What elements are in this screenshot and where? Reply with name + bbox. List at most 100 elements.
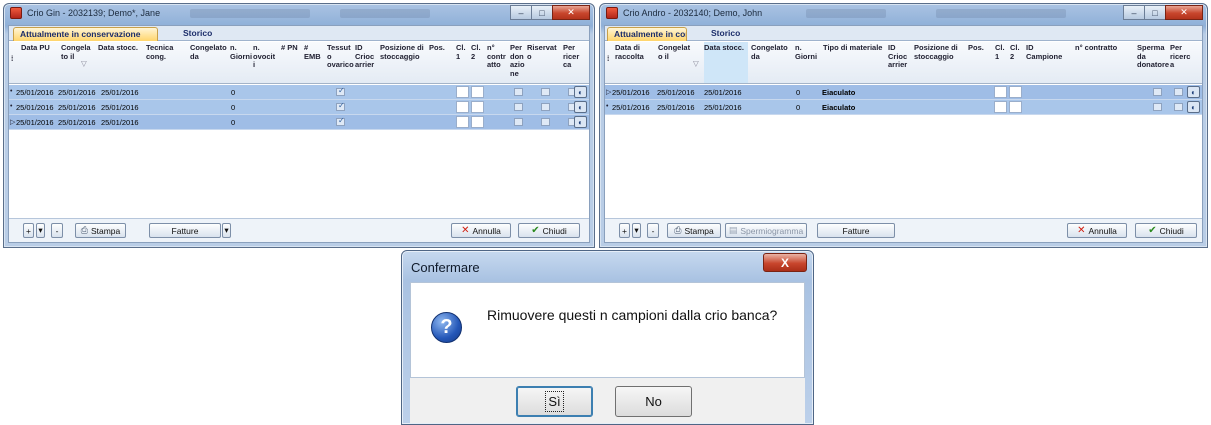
invoices-dropdown-icon[interactable]: ▾ [222,223,231,238]
col-sperma-donatore[interactable]: Sperma da donatore [1137,43,1169,70]
details-icon[interactable]: ◐ [574,101,587,113]
tessuto-checkbox[interactable] [336,86,345,96]
cl1-box[interactable] [456,116,469,128]
maximize-icon[interactable]: □ [1144,5,1166,20]
col-cl2[interactable]: Cl. 2 [471,43,481,61]
sperma-donatore-checkbox[interactable] [1153,103,1162,111]
yes-button[interactable]: Sì [516,386,593,417]
minimize-icon[interactable]: – [1123,5,1145,20]
col-id-criocarrier[interactable]: ID Crioc arrier [888,43,907,70]
ricerca-checkbox[interactable] [1174,103,1183,111]
details-icon[interactable]: ◐ [574,116,587,128]
col-giorni[interactable]: n. Giorni [230,43,252,61]
riservato-checkbox[interactable] [541,118,550,126]
cl2-box[interactable] [1009,101,1022,113]
col-tecnica-cong[interactable]: Tecnica cong. [146,43,173,61]
donazione-checkbox[interactable] [514,103,523,111]
col-posizione[interactable]: Posizione di stoccaggio [380,43,424,61]
tessuto-checkbox[interactable] [336,116,345,126]
add-button[interactable]: + [23,223,34,238]
col-cl2[interactable]: Cl. 2 [1010,43,1020,61]
close-icon[interactable]: X [763,253,807,272]
col-ricerca[interactable]: Per ricerc a [1170,43,1190,70]
col-tipo-materiale[interactable]: Tipo di materiale [823,43,882,53]
col-pn[interactable]: # PN [281,43,298,53]
riservato-checkbox[interactable] [541,103,550,111]
close-button[interactable]: ✔ Chiudi [518,223,580,238]
spermiogram-button[interactable]: ▤ Spermiogramma [725,223,807,238]
col-riservato[interactable]: Riservat o [527,43,557,61]
table-row[interactable]: ▷ 25/01/2016 25/01/2016 25/01/2016 0 Eia… [605,85,1202,100]
cancel-button[interactable]: ✕ Annulla [451,223,511,238]
ricerca-checkbox[interactable] [1174,88,1183,96]
cl2-box[interactable] [471,116,484,128]
col-data-stocc[interactable]: Data stocc. [98,43,138,53]
table-row[interactable]: • 25/01/2016 25/01/2016 25/01/2016 0 Eia… [605,100,1202,115]
table-row[interactable]: • 25/01/2016 25/01/2016 25/01/2016 0 ◐ [9,85,589,100]
col-contratto[interactable]: n° contr atto [487,43,506,70]
col-ovociti[interactable]: n. ovocit i [253,43,275,70]
crio-gin-window: Crio Gin - 2032139; Demo*, Jane – □ ✕ At… [3,3,595,248]
print-button[interactable]: ⎙ Stampa [75,223,126,238]
col-congelato-da[interactable]: Congelato da [190,43,227,61]
tab-history[interactable]: Storico [705,27,746,41]
print-button[interactable]: ⎙ Stampa [667,223,721,238]
details-icon[interactable]: ◐ [1187,101,1200,113]
details-icon[interactable]: ◐ [574,86,587,98]
col-cl1[interactable]: Cl. 1 [456,43,466,61]
col-pos[interactable]: Pos. [429,43,445,53]
riservato-checkbox[interactable] [541,88,550,96]
col-tessuto-ovarico[interactable]: Tessut o ovarico [327,43,354,70]
close-icon[interactable]: ✕ [1165,5,1203,20]
remove-button[interactable]: - [51,223,63,238]
cancel-button[interactable]: ✕ Annulla [1067,223,1127,238]
col-pos[interactable]: Pos. [968,43,984,53]
col-id-campione[interactable]: ID Campione [1026,43,1062,61]
col-data-stocc[interactable]: Data stocc. [704,42,748,83]
cl2-box[interactable] [1009,86,1022,98]
col-ricerca[interactable]: Per ricer ca [563,43,579,70]
cl1-box[interactable] [994,101,1007,113]
close-button[interactable]: ✔ Chiudi [1135,223,1197,238]
remove-button[interactable]: - [647,223,659,238]
add-dropdown-icon[interactable]: ▾ [632,223,641,238]
tessuto-checkbox[interactable] [336,101,345,111]
invoices-button[interactable]: Fatture [817,223,895,238]
filter-icon[interactable]: ⁞ [607,56,609,65]
close-icon[interactable]: ✕ [552,5,590,20]
cl2-box[interactable] [471,101,484,113]
col-emb[interactable]: # EMB [304,43,321,61]
col-donazione[interactable]: Per don azio ne [510,43,525,78]
minimize-icon[interactable]: – [510,5,532,20]
tab-current-storage[interactable]: Attualmente in conservazione [13,27,158,41]
col-giorni[interactable]: n. Giorni [795,43,817,61]
donazione-checkbox[interactable] [514,88,523,96]
tab-current-storage[interactable]: Attualmente in con... [607,27,687,41]
donazione-checkbox[interactable] [514,118,523,126]
table-row[interactable]: ▷ 25/01/2016 25/01/2016 25/01/2016 0 ◐ [9,115,589,130]
cl1-box[interactable] [456,101,469,113]
invoices-button[interactable]: Fatture [149,223,221,238]
cl1-box[interactable] [456,86,469,98]
row-marker: • [606,103,609,110]
filter-icon[interactable]: ⁞ [11,56,13,65]
add-dropdown-icon[interactable]: ▾ [36,223,45,238]
col-id-criocarrier[interactable]: ID Crioc arrier [355,43,374,70]
col-data-raccolta[interactable]: Data di raccolta [615,43,644,61]
col-data-pu[interactable]: Data PU [21,43,50,53]
sperma-donatore-checkbox[interactable] [1153,88,1162,96]
no-button[interactable]: No [615,386,692,417]
table-row[interactable]: • 25/01/2016 25/01/2016 25/01/2016 0 ◐ [9,100,589,115]
add-button[interactable]: + [619,223,630,238]
col-posizione[interactable]: Posizione di stoccaggio [914,43,958,61]
maximize-icon[interactable]: □ [531,5,553,20]
col-cl1[interactable]: Cl. 1 [995,43,1005,61]
col-contratto[interactable]: n° contratto [1075,43,1117,53]
cl1-box[interactable] [994,86,1007,98]
details-icon[interactable]: ◐ [1187,86,1200,98]
tab-history[interactable]: Storico [177,27,218,41]
cell-giorni: 0 [231,88,236,97]
col-congelato-da[interactable]: Congelato da [751,43,788,61]
cl2-box[interactable] [471,86,484,98]
col-congelato-il[interactable]: Congelat o il [658,43,690,61]
